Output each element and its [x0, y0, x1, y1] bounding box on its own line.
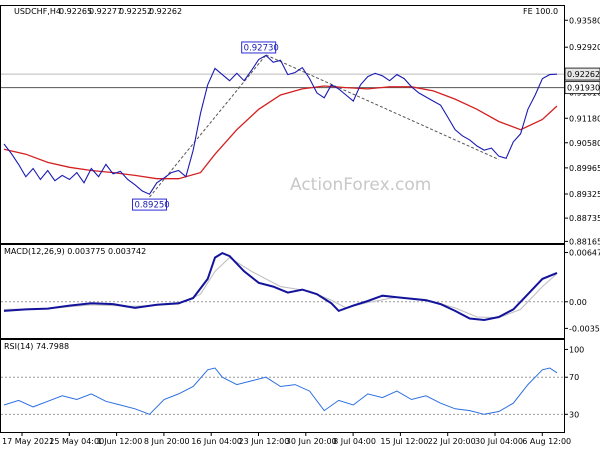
x-tick-label: 8 Jul 04:00 — [333, 437, 376, 446]
rsi-tick-label: 70 — [569, 373, 579, 382]
x-tick-label: 22 Jul 20:00 — [428, 437, 476, 446]
ohlc-open: 0.92265 — [59, 7, 92, 16]
x-tick-label: 17 May 2021 — [2, 437, 54, 446]
x-tick-label: 30 Jun 20:00 — [286, 437, 337, 446]
current-price-tag: 0.92262 — [567, 70, 600, 79]
macd-tick-label: -0.0035 — [569, 324, 600, 333]
ohlc-high: 0.92277 — [89, 7, 122, 16]
x-tick-label: 16 Jun 04:00 — [191, 437, 242, 446]
price-tick-label: 0.92920 — [569, 43, 600, 52]
horizontal-level-tag: 0.91930 — [567, 84, 600, 93]
ohlc-close: 0.92262 — [149, 7, 182, 16]
price-tick-label: 0.91180 — [569, 114, 600, 123]
price-annotation-label: 0.92730 — [244, 43, 279, 53]
price-tick-label: 0.88165 — [569, 237, 600, 246]
macd-label: MACD(12,26,9) 0.003775 0.003742 — [4, 247, 146, 256]
x-tick-label: 1 Jun 12:00 — [97, 437, 143, 446]
chart-svg: USDCHF,H4 0.92265 0.92277 0.92252 0.9226… — [0, 5, 600, 446]
x-tick-label: 15 Jul 12:00 — [380, 437, 428, 446]
ohlc-low: 0.92252 — [119, 7, 152, 16]
price-tick-label: 0.93580 — [569, 16, 600, 25]
price-tick-label: 0.89325 — [569, 190, 600, 199]
price-panel-frame — [0, 5, 565, 244]
rsi-tick-label: 30 — [569, 410, 579, 419]
macd-tick-label: 0.00 — [569, 298, 587, 307]
usdchf-chart: USDCHF,H4 0.92265 0.92277 0.92252 0.9226… — [0, 0, 600, 450]
x-tick-label: 23 Jun 12:00 — [239, 437, 290, 446]
price-annotation-label: 0.89250 — [135, 201, 170, 211]
macd-tick-label: 0.006473 — [569, 249, 600, 258]
price-tick-label: 0.88735 — [569, 214, 600, 223]
x-tick-label: 8 Jun 20:00 — [144, 437, 190, 446]
rsi-tick-label: 100 — [569, 345, 584, 354]
symbol-label: USDCHF,H4 — [14, 7, 61, 16]
x-tick-label: 6 Aug 12:00 — [522, 437, 571, 446]
watermark: ActionForex.com — [290, 175, 431, 195]
price-tick-label: 0.89965 — [569, 164, 600, 173]
rsi-label: RSI(14) 74.7988 — [4, 342, 69, 351]
x-tick-label: 30 Jul 04:00 — [475, 437, 523, 446]
fe-label: FE 100.0 — [523, 7, 558, 16]
price-tick-label: 0.90580 — [569, 139, 600, 148]
